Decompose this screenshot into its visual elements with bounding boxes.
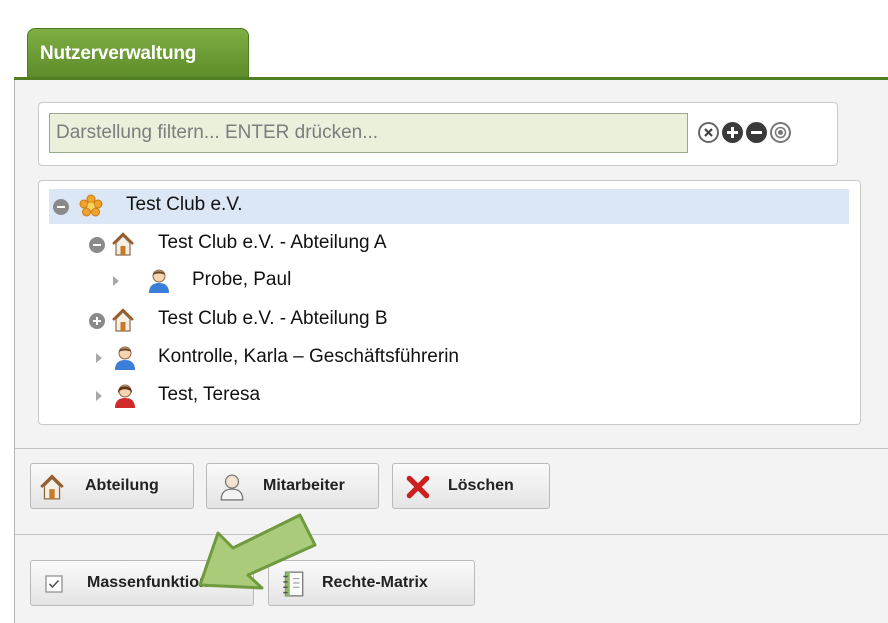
divider [14, 448, 888, 449]
tree-item-abteilung-a[interactable]: Test Club e.V. - Abteilung A [85, 229, 805, 259]
expand-toggle-icon[interactable] [89, 313, 105, 329]
tab-nutzerverwaltung[interactable]: Nutzerverwaltung [27, 28, 249, 78]
collapse-all-icon[interactable] [746, 122, 767, 143]
button-label: Abteilung [85, 477, 159, 494]
loeschen-button[interactable]: Löschen [392, 463, 550, 509]
expand-all-icon[interactable] [722, 122, 743, 143]
tree-item-label: Test, Teresa [158, 384, 261, 405]
house-icon [112, 232, 134, 256]
collapse-toggle-icon[interactable] [53, 199, 69, 215]
tree-item-test-teresa[interactable]: Test, Teresa [95, 381, 815, 411]
delete-x-icon [406, 475, 430, 499]
user-outline-icon [220, 474, 244, 501]
button-label: Massenfunktion [87, 574, 209, 591]
tree-item-label: Test Club e.V. - Abteilung B [158, 308, 388, 329]
tree-item-test-club[interactable]: Test Club e.V. [49, 191, 809, 221]
user-female-icon [115, 384, 135, 408]
button-label: Rechte-Matrix [322, 574, 428, 591]
clear-filter-icon[interactable] [698, 122, 719, 143]
button-label: Löschen [448, 477, 514, 494]
massenfunktion-button[interactable]: Massenfunktion [30, 560, 254, 606]
abteilung-button[interactable]: Abteilung [30, 463, 194, 509]
target-icon[interactable] [770, 122, 791, 143]
tree-item-label: Test Club e.V. - Abteilung A [158, 232, 387, 253]
mitarbeiter-button[interactable]: Mitarbeiter [206, 463, 379, 509]
tree-item-probe-paul[interactable]: Probe, Paul [110, 266, 710, 296]
button-label: Mitarbeiter [263, 477, 345, 494]
expand-arrow-icon[interactable] [96, 391, 102, 401]
user-icon [149, 269, 169, 293]
divider [14, 534, 888, 535]
tree-item-label: Test Club e.V. [126, 194, 243, 215]
expand-arrow-icon[interactable] [113, 276, 119, 286]
tree-item-label: Kontrolle, Karla – Geschäftsführerin [158, 346, 459, 367]
filter-input[interactable] [49, 113, 688, 153]
tree-item-abteilung-b[interactable]: Test Club e.V. - Abteilung B [85, 305, 805, 335]
notebook-icon [283, 571, 304, 597]
tree-item-kontrolle-karla[interactable]: Kontrolle, Karla – Geschäftsführerin [95, 343, 815, 373]
collapse-toggle-icon[interactable] [89, 237, 105, 253]
checkbox-icon [45, 575, 63, 593]
user-icon [115, 346, 135, 370]
house-icon [40, 474, 64, 500]
tree-item-label: Probe, Paul [192, 269, 292, 290]
expand-arrow-icon[interactable] [96, 353, 102, 363]
tab-label: Nutzerverwaltung [40, 43, 197, 64]
house-icon [112, 308, 134, 332]
rechte-matrix-button[interactable]: Rechte-Matrix [268, 560, 475, 606]
club-icon [79, 194, 103, 217]
